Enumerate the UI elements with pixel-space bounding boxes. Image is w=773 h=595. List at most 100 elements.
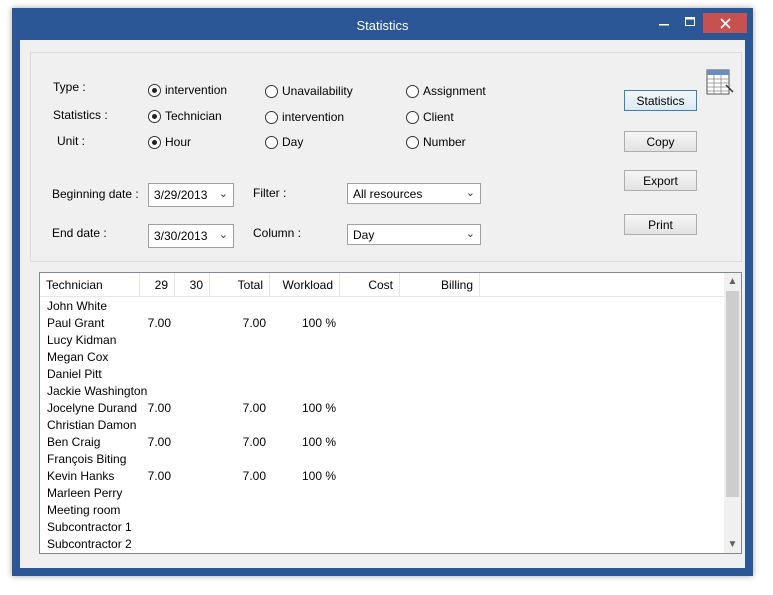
- column-header-30[interactable]: 30: [175, 273, 210, 297]
- table-cell: 7.00: [147, 401, 171, 415]
- table-cell: [340, 417, 396, 434]
- table-row[interactable]: Daniel Pitt: [40, 366, 725, 383]
- radio-label: Client: [423, 110, 454, 124]
- column-header-total[interactable]: Total: [210, 273, 270, 297]
- column-header-cost[interactable]: Cost: [340, 273, 400, 297]
- scroll-up-icon[interactable]: ▲: [724, 273, 741, 290]
- close-button[interactable]: [703, 13, 747, 33]
- table-cell: 100 %: [301, 469, 336, 483]
- table-row[interactable]: Meeting room: [40, 502, 725, 519]
- print-button[interactable]: Print: [624, 214, 697, 235]
- table-cell: Christian Damon: [47, 418, 137, 432]
- radio-indicator: [148, 135, 161, 149]
- minimize-button[interactable]: [652, 12, 676, 32]
- table-row[interactable]: Kevin Hanks 7.00 7.00 100 %: [40, 468, 725, 485]
- column-header-technician[interactable]: Technician: [40, 273, 140, 297]
- radio-type-intervention[interactable]: intervention: [148, 83, 227, 97]
- table-cell: [400, 519, 476, 536]
- table-cell: [340, 315, 396, 332]
- radio-type-unavailability[interactable]: Unavailability: [265, 84, 353, 98]
- table-cell: [400, 485, 476, 502]
- table-cell: [210, 332, 266, 349]
- radio-indicator: [406, 110, 419, 124]
- end-date-picker[interactable]: 3/30/2013 ⌄: [148, 224, 234, 248]
- statistics-table[interactable]: Technician 29 30 Total Workload Cost Bil…: [39, 272, 742, 554]
- table-cell: [140, 383, 171, 400]
- table-row[interactable]: Lucy Kidman: [40, 332, 725, 349]
- table-row[interactable]: Paul Grant 7.00 7.00 100 %: [40, 315, 725, 332]
- table-row[interactable]: Jackie Washington: [40, 383, 725, 400]
- table-cell: [340, 519, 396, 536]
- column-dropdown[interactable]: Day ⌄: [347, 224, 481, 245]
- table-cell: Jocelyne Durand: [47, 401, 138, 415]
- table-row[interactable]: Megan Cox: [40, 349, 725, 366]
- radio-statistics-technician[interactable]: Technician: [148, 109, 222, 123]
- column-header-29[interactable]: 29: [140, 273, 175, 297]
- column-header-workload[interactable]: Workload: [270, 273, 340, 297]
- title-bar[interactable]: Statistics: [12, 8, 753, 40]
- table-cell: [270, 451, 336, 468]
- radio-unit-hour[interactable]: Hour: [148, 135, 191, 149]
- table-cell: [140, 417, 171, 434]
- table-cell: [140, 349, 171, 366]
- table-cell: Subcontractor 2: [47, 537, 132, 551]
- table-row[interactable]: Subcontractor 1: [40, 519, 725, 536]
- end-date-value: 3/30/2013: [154, 229, 208, 243]
- unit-label: Unit :: [57, 134, 86, 148]
- table-cell: [400, 536, 476, 553]
- table-row[interactable]: Christian Damon: [40, 417, 725, 434]
- table-cell: [140, 366, 171, 383]
- maximize-icon: [685, 17, 695, 26]
- statistics-button[interactable]: Statistics: [624, 90, 697, 111]
- table-cell: [210, 451, 266, 468]
- table-row[interactable]: Ben Craig 7.00 7.00 100 %: [40, 434, 725, 451]
- table-row[interactable]: Jocelyne Durand 7.00 7.00 100 %: [40, 400, 725, 417]
- filter-dropdown[interactable]: All resources ⌄: [347, 183, 481, 204]
- table-cell: [210, 502, 266, 519]
- table-cell: [340, 502, 396, 519]
- table-cell: [175, 315, 206, 332]
- table-cell: 100 %: [301, 435, 336, 449]
- radio-statistics-client[interactable]: Client: [406, 110, 454, 124]
- table-cell: [210, 349, 266, 366]
- minimize-icon: [659, 24, 669, 26]
- radio-indicator: [406, 135, 419, 149]
- scroll-down-icon[interactable]: ▼: [724, 536, 741, 553]
- table-cell: 7.00: [147, 316, 171, 330]
- table-cell: [140, 332, 171, 349]
- table-cell: [270, 417, 336, 434]
- table-cell: 7.00: [242, 401, 266, 415]
- table-header: Technician 29 30 Total Workload Cost Bil…: [40, 273, 725, 297]
- radio-statistics-intervention[interactable]: intervention: [265, 110, 344, 124]
- table-row[interactable]: François Biting: [40, 451, 725, 468]
- table-cell: Daniel Pitt: [47, 367, 102, 381]
- radio-indicator: [265, 110, 278, 124]
- maximize-button[interactable]: [678, 12, 702, 32]
- column-header-billing[interactable]: Billing: [400, 273, 480, 297]
- radio-indicator: [148, 109, 161, 123]
- table-row[interactable]: Subcontractor 2: [40, 536, 725, 553]
- radio-type-assignment[interactable]: Assignment: [406, 84, 486, 98]
- vertical-scrollbar[interactable]: ▲ ▼: [724, 273, 741, 553]
- copy-button[interactable]: Copy: [624, 131, 697, 152]
- column-label: Column :: [253, 226, 302, 240]
- table-cell: [400, 400, 476, 417]
- scrollbar-thumb[interactable]: [726, 291, 739, 497]
- table-cell: [400, 451, 476, 468]
- table-cell: [340, 383, 396, 400]
- table-cell: 7.00: [242, 469, 266, 483]
- table-cell: 7.00: [147, 469, 171, 483]
- table-row[interactable]: John White: [40, 298, 725, 315]
- table-cell: Megan Cox: [47, 350, 109, 364]
- table-cell: Kevin Hanks: [47, 469, 115, 483]
- table-cell: [400, 417, 476, 434]
- table-cell: [140, 298, 171, 315]
- export-button[interactable]: Export: [624, 170, 697, 191]
- radio-unit-number[interactable]: Number: [406, 135, 466, 149]
- table-cell: [175, 383, 206, 400]
- beginning-date-picker[interactable]: 3/29/2013 ⌄: [148, 183, 234, 207]
- radio-label: Unavailability: [282, 84, 353, 98]
- radio-unit-day[interactable]: Day: [265, 135, 303, 149]
- table-row[interactable]: Marleen Perry: [40, 485, 725, 502]
- table-cell: [140, 519, 171, 536]
